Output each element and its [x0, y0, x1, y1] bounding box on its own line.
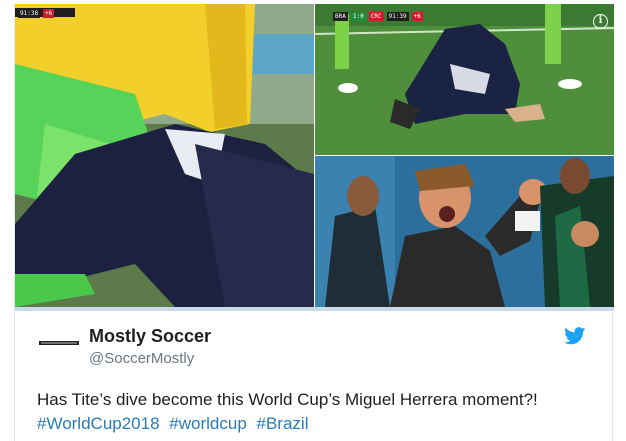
- media-separator: [15, 307, 614, 311]
- photo-player-on-pitch-image: [315, 4, 614, 155]
- hashtag-link[interactable]: #Brazil: [257, 414, 309, 433]
- photo-tite-dive-image: [15, 4, 314, 307]
- hashtag-link[interactable]: #worldcup: [169, 414, 247, 433]
- away-team: CRC: [368, 12, 384, 21]
- tweet-card: 91:38 +6 BRA 1:0 CRC 91:39 +6 i Mostly S…: [14, 4, 614, 441]
- added-time-right: +6: [411, 12, 423, 21]
- scoreboard-overlay-right: BRA 1:0 CRC 91:39 +6: [333, 12, 423, 21]
- photo-player-on-pitch[interactable]: BRA 1:0 CRC 91:39 +6 i: [315, 4, 614, 155]
- match-clock: 91:38: [18, 9, 41, 18]
- scoreboard-overlay-left: 91:38 +6: [18, 9, 55, 18]
- match-clock-right: 91:39: [386, 12, 409, 21]
- mostly-soccer-logo[interactable]: [39, 338, 79, 348]
- author-name[interactable]: Mostly Soccer: [89, 326, 211, 347]
- photo-tite-dive[interactable]: 91:38 +6: [15, 4, 314, 307]
- photo-herrera-celebration-image: [315, 156, 614, 307]
- twitter-bird-icon[interactable]: [564, 327, 586, 345]
- tweet-text: Has Tite’s dive become this World Cup’s …: [37, 390, 538, 409]
- photo-herrera-celebration[interactable]: [315, 156, 614, 307]
- added-time: +6: [43, 9, 55, 18]
- hashtag-link[interactable]: #WorldCup2018: [37, 414, 160, 433]
- score: 1:0: [350, 12, 366, 21]
- author-handle[interactable]: @SoccerMostly: [89, 350, 194, 367]
- media-grid[interactable]: 91:38 +6 BRA 1:0 CRC 91:39 +6 i: [15, 4, 614, 307]
- info-icon[interactable]: i: [593, 14, 608, 29]
- home-team: BRA: [333, 12, 348, 21]
- hashtag-list: #WorldCup2018 #worldcup #Brazil: [37, 412, 313, 436]
